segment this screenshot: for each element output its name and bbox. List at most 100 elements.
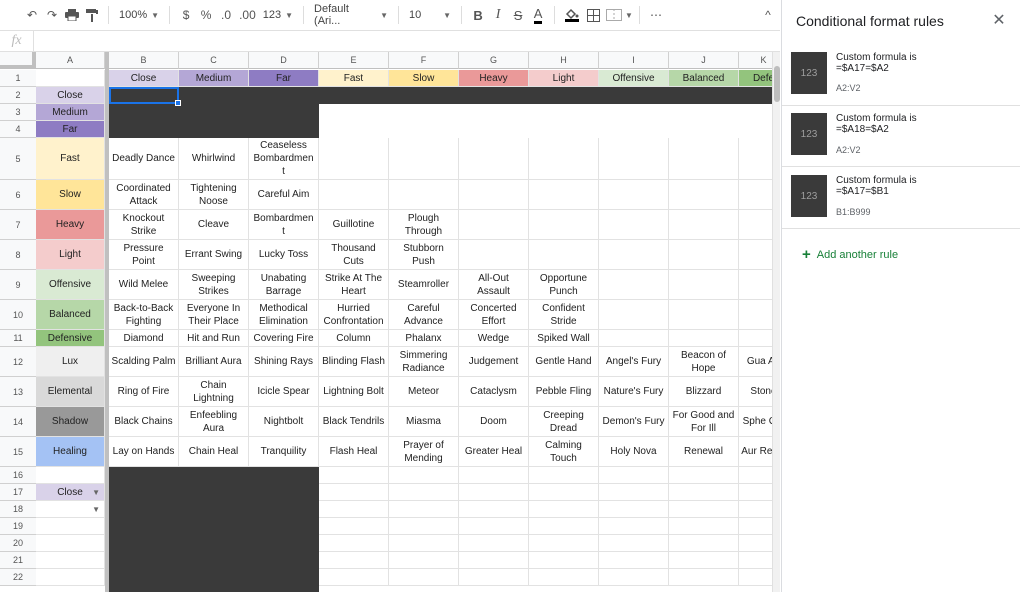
data-cell[interactable]: Careful Aim xyxy=(249,180,319,210)
data-cell[interactable]: All-Out Assault xyxy=(459,270,529,300)
data-cell[interactable]: Deadly Dance xyxy=(109,138,179,180)
data-cell[interactable]: Thousand Cuts xyxy=(319,240,389,270)
data-cell[interactable]: Ring of Fire xyxy=(109,377,179,407)
header-category-cell[interactable]: Offensive xyxy=(599,70,669,87)
data-cell[interactable] xyxy=(669,300,739,330)
row-header[interactable]: 12 xyxy=(0,347,36,377)
data-cell[interactable]: Icicle Spear xyxy=(249,377,319,407)
row-header[interactable]: 22 xyxy=(0,569,36,586)
add-rule-button[interactable]: + Add another rule xyxy=(802,246,898,263)
scrollbar-thumb[interactable] xyxy=(774,66,780,102)
row-label-cell[interactable]: Light xyxy=(36,240,105,270)
empty-cell[interactable] xyxy=(389,518,459,535)
row-header[interactable]: 14 xyxy=(0,407,36,437)
data-cell[interactable]: Flash Heal xyxy=(319,437,389,467)
column-header[interactable]: B xyxy=(109,52,179,69)
empty-cell[interactable] xyxy=(669,552,739,569)
data-cell[interactable]: Enfeebling Aura xyxy=(179,407,249,437)
data-cell[interactable]: Holy Nova xyxy=(599,437,669,467)
data-cell[interactable]: Nightbolt xyxy=(249,407,319,437)
column-header[interactable]: J xyxy=(669,52,739,69)
data-cell[interactable] xyxy=(739,240,772,270)
empty-cell[interactable] xyxy=(319,501,389,518)
row-header[interactable]: 1 xyxy=(0,70,36,87)
data-cell[interactable] xyxy=(669,240,739,270)
empty-cell[interactable] xyxy=(319,535,389,552)
header-category-cell[interactable]: Heavy xyxy=(459,70,529,87)
data-cell[interactable]: Judgement xyxy=(459,347,529,377)
data-cell[interactable]: Pebble Fling xyxy=(529,377,599,407)
row-header[interactable]: 11 xyxy=(0,330,36,347)
empty-cell[interactable] xyxy=(599,467,669,484)
row-header[interactable]: 16 xyxy=(0,467,36,484)
row-header[interactable]: 4 xyxy=(0,121,36,138)
data-cell[interactable]: Meteor xyxy=(389,377,459,407)
decrease-decimal-button[interactable]: .0 xyxy=(216,4,236,26)
data-cell[interactable] xyxy=(669,138,739,180)
paint-format-icon[interactable] xyxy=(82,4,102,26)
bold-button[interactable]: B xyxy=(468,4,488,26)
data-cell[interactable]: Miasma xyxy=(389,407,459,437)
empty-cell[interactable] xyxy=(739,501,772,518)
data-cell[interactable]: Whirlwind xyxy=(179,138,249,180)
empty-cell[interactable] xyxy=(599,501,669,518)
format-rule[interactable]: 123 Custom formula is =$A17=$B1 B1:B999 xyxy=(782,168,1020,229)
frozen-column-divider[interactable] xyxy=(105,52,109,592)
font-size-select[interactable]: 10 ▼ xyxy=(405,9,455,21)
data-cell[interactable]: Careful Advance xyxy=(389,300,459,330)
data-cell[interactable] xyxy=(739,180,772,210)
empty-cell[interactable] xyxy=(459,518,529,535)
empty-cell[interactable] xyxy=(319,484,389,501)
data-cell[interactable]: Plough Through xyxy=(389,210,459,240)
chevron-down-icon[interactable]: ▼ xyxy=(625,11,633,20)
header-category-cell[interactable]: Far xyxy=(249,70,319,87)
format-rule[interactable]: 123 Custom formula is =$A18=$A2 A2:V2 xyxy=(782,106,1020,167)
zoom-select[interactable]: 100% ▼ xyxy=(115,9,163,21)
row-label-cell[interactable]: Far xyxy=(36,121,105,138)
empty-cell[interactable] xyxy=(529,518,599,535)
empty-cell[interactable] xyxy=(599,484,669,501)
row-label-cell[interactable]: Shadow xyxy=(36,407,105,437)
data-cell[interactable] xyxy=(739,300,772,330)
empty-cell[interactable] xyxy=(459,569,529,586)
empty-cell[interactable] xyxy=(599,552,669,569)
italic-button[interactable]: I xyxy=(488,4,508,26)
data-cell[interactable] xyxy=(529,240,599,270)
empty-cell[interactable] xyxy=(669,535,739,552)
empty-cell[interactable] xyxy=(739,518,772,535)
data-cell[interactable]: Cleave xyxy=(179,210,249,240)
row-header[interactable]: 8 xyxy=(0,240,36,270)
dropdown-cell[interactable]: Close ▼ xyxy=(36,484,105,501)
empty-cell[interactable] xyxy=(529,467,599,484)
data-cell[interactable]: Confident Stride xyxy=(529,300,599,330)
row-header[interactable]: 18 xyxy=(0,501,36,518)
empty-cell[interactable] xyxy=(319,569,389,586)
data-cell[interactable]: Phalanx xyxy=(389,330,459,347)
empty-cell[interactable] xyxy=(669,518,739,535)
data-cell[interactable]: Renewal xyxy=(669,437,739,467)
data-cell[interactable]: Stubborn Push xyxy=(389,240,459,270)
data-cell[interactable]: Steamroller xyxy=(389,270,459,300)
data-cell[interactable]: Lightning Bolt xyxy=(319,377,389,407)
row-header[interactable]: 3 xyxy=(0,104,36,121)
column-header[interactable]: A xyxy=(36,52,105,69)
empty-cell[interactable] xyxy=(389,484,459,501)
fill-handle[interactable] xyxy=(175,100,181,106)
data-cell[interactable] xyxy=(599,210,669,240)
empty-cell[interactable] xyxy=(529,484,599,501)
header-category-cell[interactable]: Slow xyxy=(389,70,459,87)
data-cell[interactable]: Greater Heal xyxy=(459,437,529,467)
empty-cell[interactable] xyxy=(36,467,105,484)
data-cell[interactable] xyxy=(669,210,739,240)
data-cell[interactable] xyxy=(599,270,669,300)
row-header[interactable]: 5 xyxy=(0,138,36,180)
data-cell[interactable]: Errant Swing xyxy=(179,240,249,270)
redo-icon[interactable]: ↷ xyxy=(42,4,62,26)
data-cell[interactable] xyxy=(739,210,772,240)
data-cell[interactable]: Cataclysm xyxy=(459,377,529,407)
data-cell[interactable]: Opportune Punch xyxy=(529,270,599,300)
data-cell[interactable]: Ceaseless Bombardmen t xyxy=(249,138,319,180)
empty-cell[interactable] xyxy=(599,518,669,535)
empty-cell[interactable] xyxy=(739,467,772,484)
data-cell[interactable] xyxy=(599,300,669,330)
